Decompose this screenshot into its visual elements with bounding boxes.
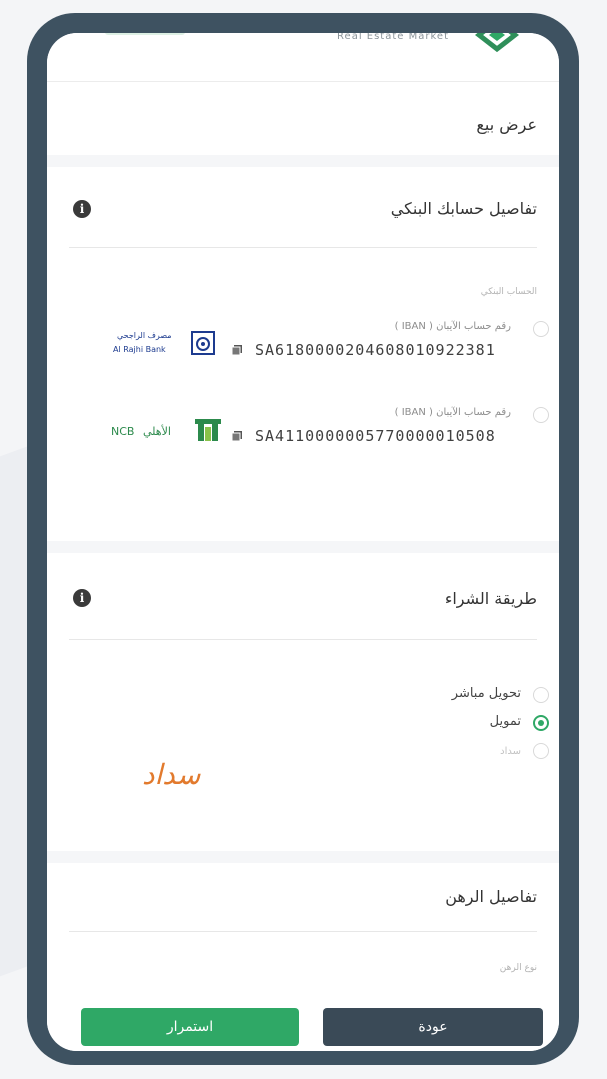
- option-radio-direct-transfer[interactable]: [533, 687, 549, 703]
- mortgage-field-label: نوع الرهن: [499, 963, 537, 973]
- bank-section-title: تفاصيل حسابك البنكي: [390, 199, 537, 218]
- info-icon[interactable]: i: [73, 200, 91, 218]
- brand-text: Real Estate Market: [337, 33, 449, 42]
- copy-icon[interactable]: [231, 430, 243, 442]
- page-title-bar: عرض بيع: [47, 91, 559, 155]
- alrajhi-logo: مصرف الراجحي Al Rajhi Bank: [113, 329, 215, 359]
- option-label-sadad[interactable]: سداد: [500, 746, 521, 757]
- bank-name-en: Al Rajhi Bank: [113, 345, 166, 354]
- option-label-direct-transfer[interactable]: تحويل مباشر: [452, 686, 521, 701]
- bank-account-section: تفاصيل حسابك البنكي i الحساب البنكي رقم …: [47, 167, 559, 541]
- option-label-financing[interactable]: تمويل: [490, 714, 521, 729]
- bank-group-label: الحساب البنكي: [480, 287, 537, 297]
- divider: [69, 639, 537, 640]
- bank-name-ar: الأهلي: [143, 425, 171, 438]
- ncb-icon: [195, 419, 221, 441]
- iban-label: رقم حساب الآيبان ( IBAN ): [394, 407, 511, 418]
- iban-value: SA4110000005770000010508: [255, 427, 496, 445]
- account-radio-alrajhi[interactable]: [533, 321, 549, 337]
- brand-logo-icon: [475, 33, 519, 53]
- section-gap: [47, 851, 559, 863]
- top-bar: Real Estate Market: [47, 33, 559, 82]
- alrajhi-icon: [191, 331, 215, 355]
- back-button[interactable]: عودة: [323, 1008, 543, 1046]
- purchase-section-title: طريقة الشراء: [444, 589, 537, 608]
- divider: [69, 247, 537, 248]
- copy-icon[interactable]: [231, 344, 243, 356]
- continue-button[interactable]: استمرار: [81, 1008, 299, 1046]
- bank-name-ar: مصرف الراجحي: [117, 331, 172, 340]
- sadad-logo: سداد: [142, 758, 201, 791]
- bottom-fade: [47, 973, 559, 1013]
- ncb-logo: NCB الأهلي: [111, 419, 221, 445]
- header-accent: [105, 33, 185, 35]
- purchase-method-section: طريقة الشراء i تحويل مباشر تمويل سداد: [47, 553, 559, 851]
- account-radio-ncb[interactable]: [533, 407, 549, 423]
- page-title: عرض بيع: [476, 115, 537, 134]
- iban-label: رقم حساب الآيبان ( IBAN ): [394, 321, 511, 332]
- bank-name-en: NCB: [111, 425, 135, 438]
- divider: [69, 931, 537, 932]
- info-icon[interactable]: i: [73, 589, 91, 607]
- section-gap: [47, 541, 559, 553]
- mortgage-section-title: تفاصيل الرهن: [445, 887, 537, 906]
- option-radio-sadad[interactable]: [533, 743, 549, 759]
- phone-screen: Real Estate Market عرض بيع تفاصيل حسابك …: [47, 33, 559, 1051]
- section-gap: [47, 155, 559, 167]
- option-radio-financing[interactable]: [533, 715, 549, 731]
- iban-value: SA6180000204608010922381: [255, 341, 496, 359]
